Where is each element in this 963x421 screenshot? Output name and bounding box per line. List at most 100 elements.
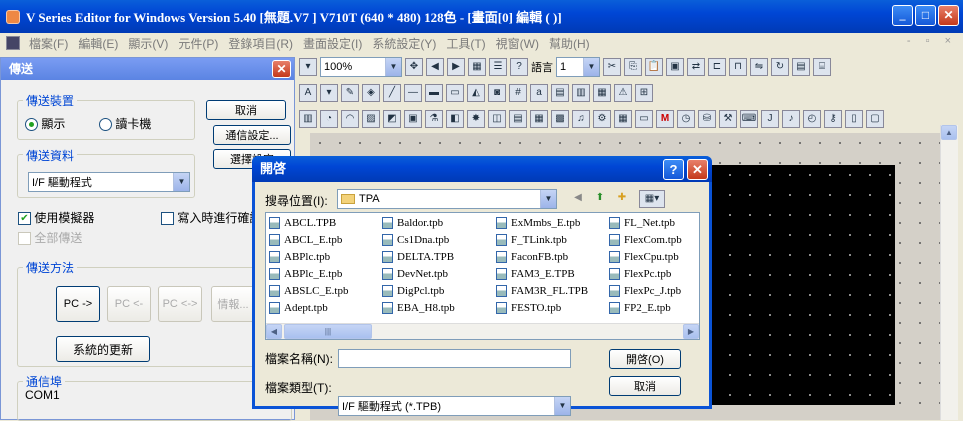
- switch-icon[interactable]: ◙: [488, 84, 506, 102]
- zoom-select[interactable]: 100% ▼: [320, 57, 402, 77]
- look-in-select[interactable]: TPA ▼: [337, 189, 557, 209]
- use-simulator-checkbox[interactable]: ✔ 使用模擬器: [18, 209, 94, 226]
- screen-preview[interactable]: [700, 165, 895, 405]
- paste-icon[interactable]: 📋: [645, 58, 663, 76]
- file-item[interactable]: FL_Net.tpb: [609, 215, 675, 230]
- file-list[interactable]: ◀ ||| ▶ ABCL.TPB ABCL_E.tpb ABPlc.tpb ABPlc…: [265, 212, 700, 340]
- radio-card-reader[interactable]: 讀卡機: [99, 115, 151, 132]
- system-update-button[interactable]: 系統的更新: [56, 336, 150, 362]
- file-item[interactable]: Cs1Dna.tpb: [382, 232, 449, 247]
- file-item[interactable]: FESTO.tpb: [496, 300, 561, 315]
- file-item[interactable]: Adept.tpb: [269, 300, 328, 315]
- copy-icon[interactable]: ⎘: [624, 58, 642, 76]
- table-icon[interactable]: ▦: [468, 58, 486, 76]
- pc-verify-button[interactable]: PC <->: [158, 286, 202, 322]
- file-item[interactable]: ABSLC_E.tpb: [269, 283, 348, 298]
- file-item[interactable]: EBA_H8.tpb: [382, 300, 455, 315]
- fill-color-icon[interactable]: ◈: [362, 84, 380, 102]
- file-item[interactable]: FAM3R_FL.TPB: [496, 283, 588, 298]
- filetype-select[interactable]: I/F 驅動程式 (*.TPB) ▼: [338, 396, 571, 416]
- grid-icon[interactable]: ⊞: [635, 84, 653, 102]
- rotate-icon[interactable]: ↻: [771, 58, 789, 76]
- file-item[interactable]: DigPcl.tpb: [382, 283, 444, 298]
- tile-icon[interactable]: ▤: [792, 58, 810, 76]
- verify-on-write-checkbox[interactable]: 寫入時進行確認: [161, 209, 261, 226]
- minimize-button[interactable]: _: [892, 5, 913, 26]
- language-select[interactable]: 1 ▼: [556, 57, 600, 77]
- file-item[interactable]: FlexCom.tpb: [609, 232, 682, 247]
- trend-icon[interactable]: ◩: [383, 110, 401, 128]
- transfer-close-button[interactable]: ✕: [272, 60, 291, 78]
- menu-edit[interactable]: 編輯(E): [73, 35, 123, 52]
- mirror-icon[interactable]: ⇋: [750, 58, 768, 76]
- pen-color-icon[interactable]: ✎: [341, 84, 359, 102]
- flask-icon[interactable]: ⚗: [425, 110, 443, 128]
- lamp-icon[interactable]: ◭: [467, 84, 485, 102]
- dialog-help-button[interactable]: ?: [663, 159, 684, 180]
- trash-icon[interactable]: ▯: [845, 110, 863, 128]
- menu-view[interactable]: 顯示(V): [123, 35, 173, 52]
- network-icon[interactable]: ⛁: [698, 110, 716, 128]
- graph-icon[interactable]: ▥: [572, 84, 590, 102]
- gear-icon[interactable]: ⚙: [593, 110, 611, 128]
- scroll-left-icon[interactable]: ◀: [266, 324, 282, 339]
- line-icon[interactable]: ╱: [383, 84, 401, 102]
- file-item[interactable]: FlexPc_J.tpb: [609, 283, 681, 298]
- mdi-controls[interactable]: - ▫ ×: [907, 35, 957, 47]
- closed-area-icon[interactable]: ▨: [362, 110, 380, 128]
- text-color-icon[interactable]: ▾: [320, 84, 338, 102]
- calendar-icon[interactable]: ▦: [614, 110, 632, 128]
- new-folder-icon[interactable]: ✚: [613, 190, 631, 208]
- card-icon[interactable]: ▭: [635, 110, 653, 128]
- message-icon[interactable]: ▤: [551, 84, 569, 102]
- pie-icon[interactable]: ◔: [320, 110, 338, 128]
- pc-receive-button[interactable]: PC <-: [107, 286, 151, 322]
- menu-screen-settings[interactable]: 畫面設定(I): [298, 35, 367, 52]
- line-style-icon[interactable]: —: [404, 84, 422, 102]
- meter-icon[interactable]: ◠: [341, 110, 359, 128]
- picture-icon[interactable]: ▣: [404, 110, 422, 128]
- back-arrow-icon[interactable]: ◀: [426, 58, 444, 76]
- clock-icon[interactable]: ◴: [803, 110, 821, 128]
- menu-system-settings[interactable]: 系統設定(Y): [367, 35, 441, 52]
- menu-tools[interactable]: 工具(T): [441, 35, 490, 52]
- back-icon[interactable]: ◀: [569, 190, 587, 208]
- filename-input[interactable]: [338, 349, 571, 368]
- file-item[interactable]: DevNet.tpb: [382, 266, 448, 281]
- move-icon[interactable]: ✥: [405, 58, 423, 76]
- file-item[interactable]: FAM3_E.TPB: [496, 266, 575, 281]
- key-icon[interactable]: ⚷: [824, 110, 842, 128]
- file-list-horizontal-scrollbar[interactable]: ◀ ||| ▶: [266, 323, 699, 339]
- transfer-data-select[interactable]: I/F 驅動程式 ▼: [28, 172, 190, 192]
- arrange-icon[interactable]: ⇄: [687, 58, 705, 76]
- numeric-icon[interactable]: #: [509, 84, 527, 102]
- jpeg-icon[interactable]: J: [761, 110, 779, 128]
- align-top-icon[interactable]: ⊓: [729, 58, 747, 76]
- grid-dropdown-icon[interactable]: ▾: [299, 58, 317, 76]
- align-left-icon[interactable]: ⊏: [708, 58, 726, 76]
- lock-icon[interactable]: ⌸: [813, 58, 831, 76]
- bar-graph-icon[interactable]: ▥: [299, 110, 317, 128]
- scroll-up-icon[interactable]: ▲: [941, 125, 957, 140]
- chart-icon[interactable]: ▦: [593, 84, 611, 102]
- video-icon[interactable]: ▩: [551, 110, 569, 128]
- scroll-right-icon[interactable]: ▶: [683, 324, 699, 339]
- file-item[interactable]: ABCL.TPB: [269, 215, 336, 230]
- char-display-icon[interactable]: a: [530, 84, 548, 102]
- cut-icon[interactable]: ✂: [603, 58, 621, 76]
- alarm-icon[interactable]: ⚠: [614, 84, 632, 102]
- timer-icon[interactable]: ◷: [677, 110, 695, 128]
- file-item[interactable]: FlexCpu.tpb: [609, 249, 679, 264]
- menu-window[interactable]: 視窗(W): [491, 35, 544, 52]
- comm-settings-button[interactable]: 通信設定...: [213, 125, 291, 145]
- radio-display[interactable]: 顯示: [25, 115, 65, 132]
- menu-help[interactable]: 幫助(H): [544, 35, 595, 52]
- monitor-icon[interactable]: ⌨: [740, 110, 758, 128]
- text-icon[interactable]: A: [299, 84, 317, 102]
- file-item[interactable]: ExMmbs_E.tpb: [496, 215, 580, 230]
- frame-icon[interactable]: ▭: [446, 84, 464, 102]
- help-icon[interactable]: ?: [510, 58, 528, 76]
- sample-icon[interactable]: ◧: [446, 110, 464, 128]
- dataview-icon[interactable]: ◫: [488, 110, 506, 128]
- group-icon[interactable]: ▣: [666, 58, 684, 76]
